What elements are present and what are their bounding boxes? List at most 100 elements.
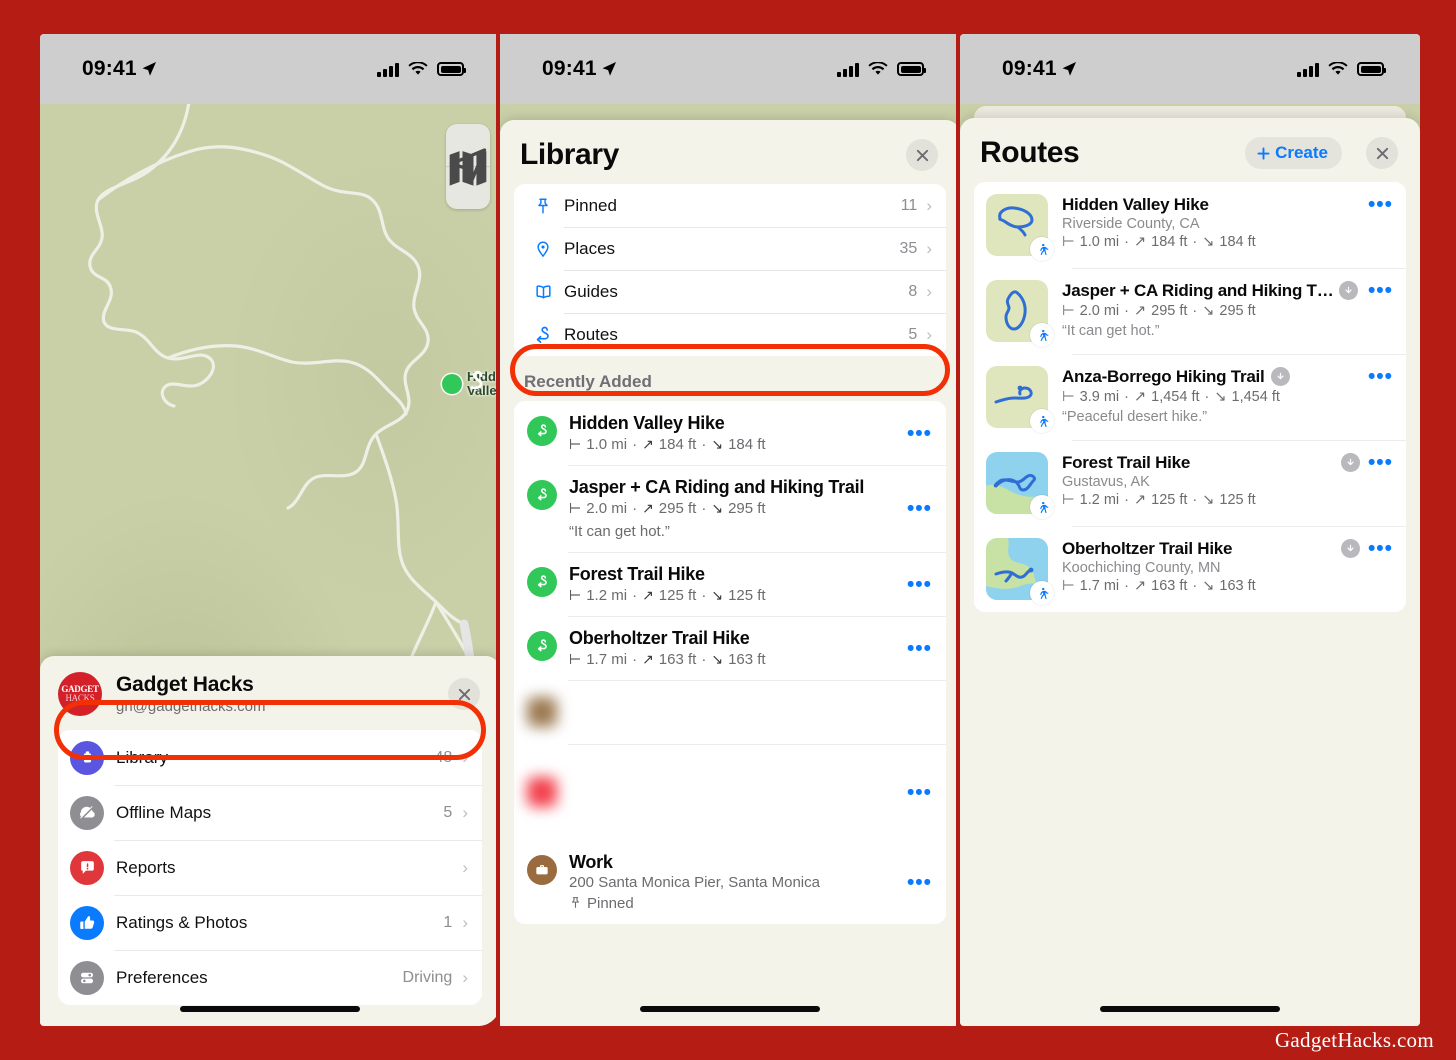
preferences-icon [70,960,104,995]
list-item-redacted[interactable]: ••• [514,744,946,840]
route-badge-icon [527,416,557,446]
routes-header: Routes Create [960,118,1420,182]
library-item-guides[interactable]: Guides 8 › [514,270,946,313]
route-title: Oberholtzer Trail Hike [1062,538,1233,558]
download-icon[interactable] [1340,453,1360,472]
route-subtitle: Koochiching County, MN [1062,560,1221,576]
distance-icon: ⊢ [1062,303,1075,319]
recently-added-card: Hidden Valley Hike ⊢ 1.0 mi · ↗ 184 ft ·… [514,401,946,924]
route-row[interactable]: Anza-Borrego Hiking Trail ••• ⊢ 3.9 mi ·… [974,354,1406,440]
close-button[interactable] [448,678,480,710]
sidebar-item-ratings-photos[interactable]: Ratings & Photos 1 › [58,895,482,950]
sidebar-item-label: Offline Maps [116,802,212,822]
elevation-loss-icon: ↘ [711,500,724,516]
locate-me-button[interactable] [446,148,490,209]
elevation-loss-icon: ↘ [1202,303,1215,319]
book-icon [528,282,558,301]
more-options-button[interactable]: ••• [1360,538,1393,559]
avatar[interactable]: GADGET HACKS [58,672,102,716]
list-item-tag-label: Pinned [587,895,634,912]
route-stats: ⊢ 1.7 mi · ↗ 163 ft · ↘ 163 ft [1062,578,1256,594]
route-row[interactable]: Forest Trail Hike ••• Gustavus, AK ⊢ 1.2… [974,440,1406,526]
distance-value: 2.0 mi [586,500,628,517]
close-icon [458,688,470,700]
sidebar-item-library[interactable]: Library 48 › [58,730,482,785]
route-row[interactable]: Hidden Valley Hike ••• Riverside County,… [974,182,1406,268]
route-pin-icon [442,370,483,394]
elevation-loss-value: 125 ft [1219,492,1256,508]
more-options-button[interactable]: ••• [899,638,932,659]
battery-icon [437,62,466,76]
list-item[interactable]: Hidden Valley Hike ⊢ 1.0 mi · ↗ 184 ft ·… [514,401,946,465]
location-arrow-icon [1062,62,1076,76]
list-item[interactable]: Forest Trail Hike ⊢ 1.2 mi · ↗ 125 ft · … [514,552,946,616]
more-options-button[interactable]: ••• [1360,280,1393,301]
more-options-button[interactable]: ••• [899,574,932,595]
route-row[interactable]: Jasper + CA Riding and Hiking T… ••• ⊢ 2… [974,268,1406,354]
list-item-title: Forest Trail Hike [569,564,705,584]
map-route-label: Hidden Valley [442,370,500,397]
more-options-button[interactable]: ••• [1360,194,1393,215]
list-item-redacted[interactable] [514,680,946,744]
elevation-loss-icon: ↘ [1202,492,1215,508]
close-button[interactable] [1366,137,1398,169]
distance-value: 3.9 mi [1079,389,1120,405]
more-options-button[interactable]: ••• [899,498,932,519]
thumb-jasper [986,280,1054,347]
sidebar-item-offline-maps[interactable]: Offline Maps 5 › [58,785,482,840]
account-sheet: GADGET HACKS Gadget Hacks gh@gadgethacks… [40,656,500,1026]
library-item-places[interactable]: Places 35 › [514,227,946,270]
location-arrow-icon [602,62,616,76]
status-bar-left: 09:41 [542,57,617,81]
sidebar-item-preferences[interactable]: Preferences Driving › [58,950,482,1005]
status-time: 09:41 [542,57,597,80]
download-icon[interactable] [1339,281,1359,300]
list-item[interactable]: Oberholtzer Trail Hike ⊢ 1.7 mi · ↗ 163 … [514,616,946,680]
elevation-loss-value: 295 ft [728,500,766,517]
thumbs-up-icon [70,905,104,940]
distance-value: 2.0 mi [1079,303,1120,319]
library-item-routes[interactable]: Routes 5 › [514,313,946,356]
chevron-right-icon: › [926,196,932,215]
more-options-button[interactable]: ••• [899,782,932,803]
home-indicator [640,1006,820,1012]
map-controls[interactable] [446,124,490,209]
elevation-gain-value: 125 ft [1151,492,1188,508]
sidebar-item-label: Ratings & Photos [116,912,248,932]
list-item-body: Oberholtzer Trail Hike ⊢ 1.7 mi · ↗ 163 … [557,628,899,668]
more-options-button[interactable]: ••• [899,423,932,444]
distance-value: 1.2 mi [586,587,628,604]
library-categories-card: Pinned 11 › Places 35 › Guides 8 › Route… [514,184,946,356]
route-title: Anza-Borrego Hiking Trail [1062,366,1265,386]
route-row[interactable]: Oberholtzer Trail Hike ••• Koochiching C… [974,526,1406,612]
chevron-right-icon: › [926,325,932,344]
create-route-label: Create [1275,143,1328,162]
list-item[interactable]: Jasper + CA Riding and Hiking Trail ⊢ 2.… [514,465,946,552]
chevron-right-icon: › [462,748,468,767]
more-options-button[interactable]: ••• [1360,452,1393,473]
pin-icon [569,896,582,912]
library-item-pinned[interactable]: Pinned 11 › [514,184,946,227]
list-item-work[interactable]: Work 200 Santa Monica Pier, Santa Monica… [514,840,946,924]
elevation-gain-icon: ↗ [1133,303,1147,319]
section-label-recently-added: Recently Added [524,372,652,391]
create-route-button[interactable]: Create [1245,137,1342,169]
list-item-body: Jasper + CA Riding and Hiking Trail ⊢ 2.… [557,477,899,540]
download-icon[interactable] [1340,539,1360,558]
sidebar-item-reports[interactable]: Reports › [58,840,482,895]
pin-icon [528,197,558,215]
place-icon [528,240,558,258]
more-options-button[interactable]: ••• [1360,366,1393,387]
elevation-gain-icon: ↗ [1133,389,1147,405]
route-title: Forest Trail Hike [1062,452,1191,472]
thumb-forest [986,452,1054,519]
redacted-text [557,783,899,801]
close-button[interactable] [906,139,938,171]
list-item-title: Hidden Valley Hike [569,413,725,433]
route-title-row: Hidden Valley Hike ••• [1062,194,1393,215]
elevation-loss-icon: ↘ [1202,578,1215,594]
wifi-icon [868,61,888,75]
more-options-button[interactable]: ••• [899,872,932,893]
download-icon[interactable] [1270,367,1290,386]
elevation-loss-icon: ↘ [1214,389,1227,405]
